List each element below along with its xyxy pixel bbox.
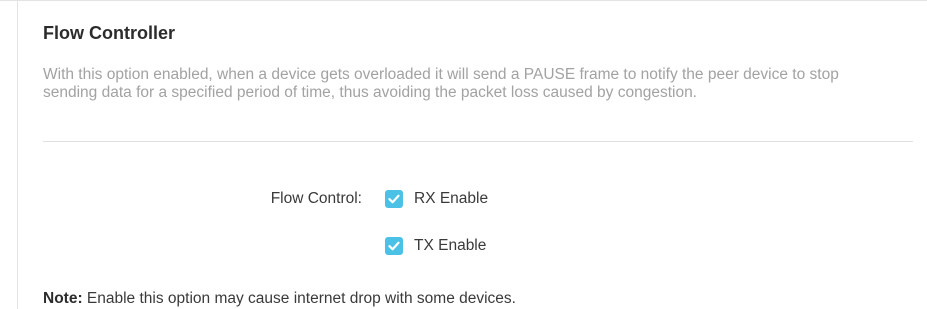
- flow-control-label: Flow Control:: [270, 190, 362, 207]
- note-prefix: Note:: [43, 290, 83, 307]
- section-title: Flow Controller: [43, 23, 175, 43]
- note-text: Note: Enable this option may cause inter…: [43, 289, 516, 309]
- panel-left-border: [17, 1, 18, 309]
- rx-enable-option[interactable]: RX Enable: [385, 189, 488, 209]
- tx-enable-label: TX Enable: [414, 237, 487, 254]
- tx-enable-checkbox[interactable]: [385, 237, 403, 255]
- note-body: Enable this option may cause internet dr…: [82, 290, 516, 307]
- checkmark-icon: [388, 241, 400, 251]
- rx-enable-label: RX Enable: [414, 190, 489, 207]
- rx-enable-checkbox[interactable]: [385, 190, 403, 208]
- section-description: With this option enabled, when a device …: [43, 66, 839, 101]
- flow-controller-panel: Flow Controller With this option enabled…: [0, 0, 927, 309]
- section-divider: [43, 141, 913, 142]
- checkmark-icon: [388, 194, 400, 204]
- tx-enable-option[interactable]: TX Enable: [385, 236, 486, 256]
